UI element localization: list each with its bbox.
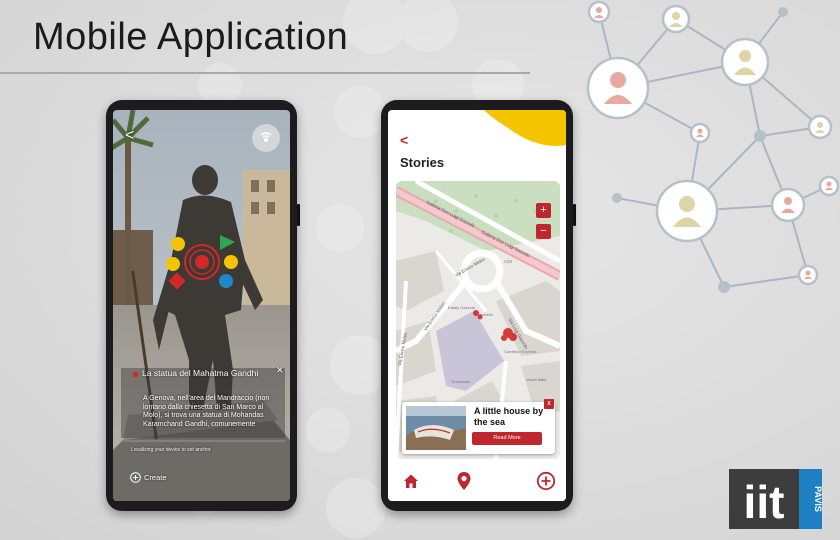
poi-marker-icon bbox=[133, 372, 138, 377]
create-label: Create bbox=[144, 472, 167, 482]
street-label: A10 bbox=[504, 259, 513, 264]
slide-background: Mobile Application < La statua del Mahat… bbox=[0, 0, 840, 540]
read-more-button[interactable]: Read More bbox=[472, 432, 542, 445]
phone-stories-view: < Stories Galleria Don Luigi Gazzolo Gal… bbox=[381, 100, 576, 511]
plus-circle-icon bbox=[130, 471, 141, 483]
home-icon[interactable] bbox=[402, 472, 420, 490]
ar-back-button[interactable]: < bbox=[125, 128, 134, 144]
stories-title: Stories bbox=[400, 155, 445, 170]
logo-side-text: PAVIS bbox=[813, 486, 822, 512]
phone-side-button bbox=[573, 204, 576, 226]
stories-back-button[interactable]: < bbox=[400, 132, 408, 148]
poi-title: La statua del Mahatma Gandhi bbox=[142, 368, 259, 378]
create-button[interactable]: Create bbox=[130, 471, 167, 483]
poi-label: Carrefour Express bbox=[504, 349, 536, 354]
ar-status-text: Localizing your device to set anchor bbox=[131, 447, 211, 453]
slide-title: Mobile Application bbox=[33, 16, 349, 58]
anchor-icon bbox=[260, 132, 272, 143]
map-zoom-out-button[interactable]: − bbox=[536, 224, 551, 239]
ar-camera-screen: < La statua del Mahatma Gandhi ✕ A Genov… bbox=[113, 110, 290, 501]
poi-label: Tronchetto bbox=[451, 379, 471, 384]
ar-camera-feed bbox=[113, 110, 290, 501]
story-thumbnail bbox=[406, 406, 466, 450]
poi-label: Eataly Gazzolo bbox=[448, 305, 476, 310]
map-zoom-in-button[interactable]: + bbox=[536, 203, 551, 218]
story-card-close-button[interactable]: x bbox=[544, 399, 554, 409]
poi-label: Vivaio Italia bbox=[526, 377, 547, 382]
phone-side-button bbox=[297, 204, 300, 226]
logo-main-text: iit bbox=[744, 476, 785, 528]
stories-screen: < Stories Galleria Don Luigi Gazzolo Gal… bbox=[388, 110, 566, 501]
add-circle-icon[interactable] bbox=[536, 471, 556, 491]
location-pin-icon[interactable] bbox=[456, 471, 472, 491]
iit-pavis-logo: iit PAVIS bbox=[729, 469, 822, 529]
title-underline bbox=[0, 72, 530, 74]
poi-description: A Genova, nell'area del Mandraccio (non … bbox=[143, 395, 270, 428]
story-card-title: A little house by the sea bbox=[474, 406, 544, 427]
story-card[interactable]: A little house by the sea Read More x bbox=[402, 399, 555, 454]
poi-close-button[interactable]: ✕ bbox=[276, 366, 284, 375]
bottom-navigation bbox=[388, 462, 566, 501]
ar-anchor-button[interactable] bbox=[252, 124, 280, 152]
phone-ar-view: < La statua del Mahatma Gandhi ✕ A Genov… bbox=[106, 100, 300, 511]
